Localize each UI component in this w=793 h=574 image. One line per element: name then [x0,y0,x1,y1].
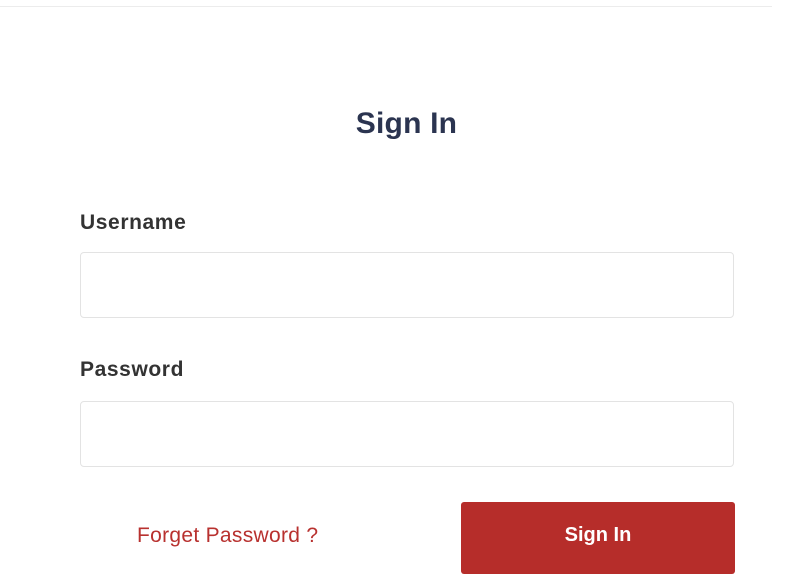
sign-in-button[interactable]: Sign In [461,502,735,574]
username-input[interactable] [80,252,734,318]
username-label: Username [80,211,187,234]
password-input[interactable] [80,401,734,467]
page-title: Sign In [355,107,458,140]
forgot-password-link[interactable]: Forget Password ? [137,524,318,548]
password-label: Password [80,358,185,381]
top-divider [0,6,772,7]
